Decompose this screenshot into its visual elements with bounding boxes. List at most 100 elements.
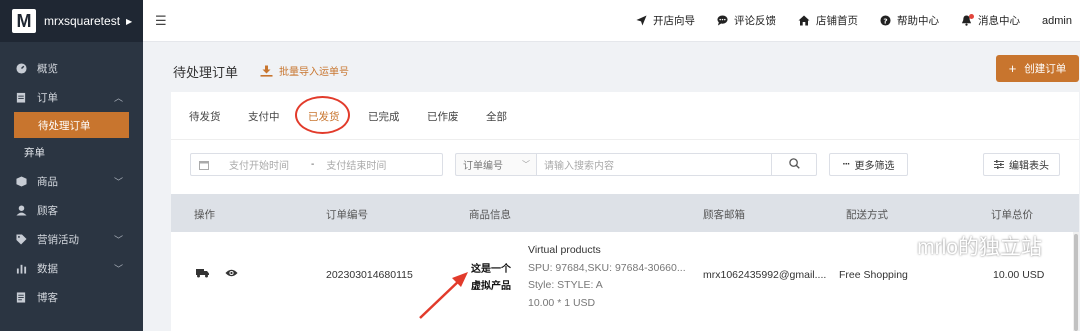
bell-icon [961,14,975,26]
payment-date-range[interactable]: 支付开始时间 - 支付结束时间 [190,153,443,176]
blog-icon [15,292,27,304]
customer-email: mrx1062435992@gmail.... [703,269,827,281]
top-bar: ☰ 开店向导 评论反馈 店铺首页 ? 帮助中心 消息中心 admin [143,0,1080,42]
tab-all[interactable]: 全部 [486,109,507,124]
sidebar-item-data[interactable]: 数据 ﹀ [0,254,143,283]
top-link-label: 店铺首页 [816,15,859,27]
orders-panel: 待发货 支付中 已发货 已完成 已作废 全部 支付开始时间 - 支付结束时间 订… [171,92,1079,331]
menu-toggle-icon[interactable]: ☰ [155,13,167,29]
product-name[interactable]: Virtual products [528,242,686,260]
page-title: 待处理订单 [173,65,239,80]
tab-to-ship[interactable]: 待发货 [189,109,221,124]
top-link-label: 消息中心 [978,15,1021,27]
chevron-down-icon: ﹀ [522,160,530,169]
sidebar-item-label: 商品 [37,176,58,188]
sidebar-item-label: 订单 [37,92,58,104]
edit-columns-button[interactable]: 编辑表头 [983,153,1060,176]
chevron-up-icon: ︿ [113,93,123,103]
filter-bar: 支付开始时间 - 支付结束时间 订单编号 ﹀ 请输入搜索内容 ··· 更多筛选 [171,153,1079,177]
help-icon: ? [880,15,891,26]
tag-icon [15,234,27,246]
top-link-store-home[interactable]: 店铺首页 [798,13,858,28]
create-order-label: 创建订单 [1024,63,1067,75]
tab-voided[interactable]: 已作废 [427,109,459,124]
edit-columns-label: 编辑表头 [1009,161,1049,172]
search-placeholder: 请输入搜索内容 [544,161,614,172]
date-end-input[interactable]: 支付结束时间 [326,157,386,172]
top-link-messages[interactable]: 消息中心 [961,13,1020,28]
product-sku: SPU: 97684,SKU: 97684-30660... [528,261,686,274]
top-link-setup-guide[interactable]: 开店向导 [636,13,695,28]
caret-right-icon: ▶ [126,16,133,26]
store-switcher[interactable]: M mrxsquaretest ▶ [0,0,143,42]
view-eye-icon[interactable] [225,268,238,281]
sidebar-item-pending-orders[interactable]: 待处理订单 [14,112,129,138]
order-icon [15,92,27,104]
search-field-select[interactable]: 订单编号 ﹀ [455,153,536,176]
ship-truck-icon[interactable] [196,268,209,281]
product-thumbnail: 这是一个 虚拟产品 [471,252,523,304]
sidebar-item-label: 数据 [37,263,58,275]
store-logo: M [12,9,36,33]
column-header-total: 订单总价 [991,209,1033,221]
chart-icon [15,263,27,275]
sidebar-item-customers[interactable]: 顾客 [0,196,143,225]
date-start-input[interactable]: 支付开始时间 [229,157,289,172]
product-price-qty: 10.00 * 1 USD [528,296,596,309]
bulk-import-label: 批量导入运单号 [279,67,349,78]
more-dots-icon: ··· [842,159,851,170]
create-order-button[interactable]: + 创建订单 [996,55,1079,82]
comment-icon [717,15,728,26]
customer-icon [15,205,27,217]
sidebar-item-label: 待处理订单 [38,119,91,132]
sidebar-item-abandoned[interactable]: 弃单 [0,138,143,167]
watermark-text: mrlo的独立站 [917,236,1042,259]
notification-dot [969,14,975,19]
tab-paying[interactable]: 支付中 [248,109,280,124]
sidebar-item-products[interactable]: 商品 ﹀ [0,167,143,196]
top-link-help[interactable]: ? 帮助中心 [880,13,939,28]
sidebar-item-label: 博客 [37,292,58,304]
product-icon [15,176,27,188]
search-field-value: 订单编号 [463,161,503,172]
order-total: 10.00 USD [993,269,1045,281]
sidebar-item-overview[interactable]: 概览 [0,54,143,83]
table-header: 操作 订单编号 商品信息 顾客邮箱 配送方式 订单总价 [171,194,1079,232]
sidebar-item-label: 概览 [37,63,58,75]
svg-text:?: ? [883,16,887,25]
search-icon [788,157,800,172]
scrollbar-thumb[interactable] [1074,234,1078,331]
shipping-method: Free Shopping [839,269,908,281]
sliders-icon [994,160,1004,169]
order-status-tabs: 待发货 支付中 已发货 已完成 已作废 全部 [171,92,1079,140]
watermark: mrlo的独立站 [881,231,1042,261]
user-menu[interactable]: admin [1042,15,1072,27]
store-name: mrxsquaretest [44,14,121,28]
order-number[interactable]: 202303014680115 [326,269,413,281]
top-links: 开店向导 评论反馈 店铺首页 ? 帮助中心 消息中心 admin [614,13,1080,28]
thumbnail-text-line: 虚拟产品 [471,281,511,292]
top-link-label: 帮助中心 [897,15,940,27]
calendar-icon [199,160,209,170]
column-header-shipping: 配送方式 [846,209,888,221]
paper-plane-icon [636,15,647,26]
sidebar-nav: 概览 订单 ︿ 待处理订单 弃单 商品 ﹀ 顾客 营销活动 ﹀ 数据 ﹀ 博客 [0,42,143,312]
sidebar-item-orders[interactable]: 订单 ︿ [0,83,143,112]
bulk-import-tracking-link[interactable]: 批量导入运单号 [260,63,349,78]
search-input[interactable]: 请输入搜索内容 [536,153,772,176]
sidebar-item-label: 营销活动 [37,234,79,246]
top-link-label: 评论反馈 [734,15,777,27]
more-filters-label: 更多筛选 [854,161,895,172]
sidebar-item-marketing[interactable]: 营销活动 ﹀ [0,225,143,254]
column-header-order-no: 订单编号 [326,209,368,221]
product-style: Style: STYLE: A [528,279,603,291]
table-scrollbar[interactable] [1073,232,1079,331]
sidebar-item-blog[interactable]: 博客 [0,283,143,312]
main-content: 待处理订单 批量导入运单号 + 创建订单 待发货 支付中 已发货 已完成 已作废… [143,42,1080,331]
column-header-email: 顾客邮箱 [703,209,745,221]
top-link-reviews[interactable]: 评论反馈 [717,13,776,28]
tab-completed[interactable]: 已完成 [368,109,400,124]
search-button[interactable] [772,153,817,176]
sidebar-item-label: 顾客 [37,205,58,217]
more-filters-button[interactable]: ··· 更多筛选 [829,153,908,176]
